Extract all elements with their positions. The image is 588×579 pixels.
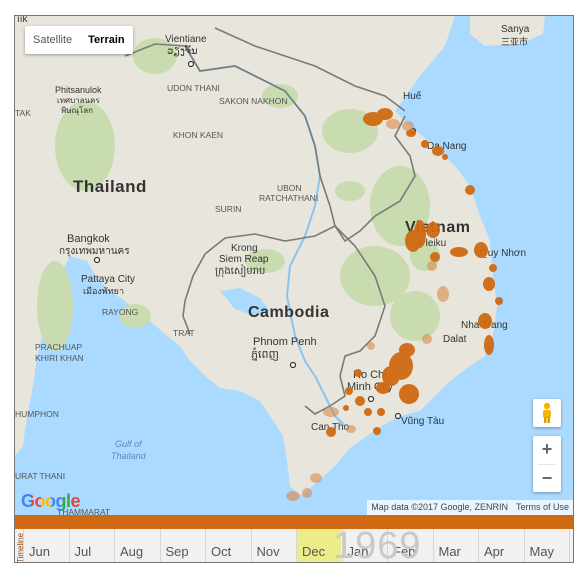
timeline-month-label: Dec [302, 544, 326, 559]
map-canvas[interactable]: ıık Vientiane ວຽງຈັນ UDON THANI SAKON NA… [15, 16, 574, 515]
city-label-sanya: Sanya [501, 24, 530, 35]
timeline-month-oct-4[interactable]: Oct [205, 529, 250, 562]
timeline-month-label: Nov [256, 544, 280, 559]
google-logo[interactable]: Google [21, 491, 81, 512]
region-label-surin: SURIN [215, 204, 241, 214]
zoom-control: + − [533, 436, 561, 492]
city-label-phnom-penh: Phnom Penh [253, 336, 317, 348]
region-label-sakon: SAKON NAKHON [219, 96, 288, 106]
terms-of-use-link[interactable]: Terms of Use [512, 500, 573, 515]
map-type-control: Satellite Terrain [25, 26, 133, 54]
timeline-month-label: Oct [211, 544, 232, 559]
timeline-month-jun-0[interactable]: Jun [23, 529, 68, 562]
city-label-phnom-penh-alt: ភ្នំពេញ [251, 347, 279, 361]
city-label-pattaya: Pattaya City [81, 274, 135, 285]
timeline-month-label: May [529, 544, 555, 559]
city-label-hue: Huế [403, 90, 422, 102]
city-label-bangkok: Bangkok [67, 233, 110, 245]
city-label-pattaya-alt: เมืองพัทยา [83, 286, 124, 296]
zoom-in-button[interactable]: + [533, 436, 561, 464]
timeline-year: 1969 [333, 525, 422, 563]
map-attribution: Map data ©2017 Google, ZENRIN Terms of U… [367, 500, 573, 515]
region-label-chumphon: HUMPHON [15, 409, 59, 419]
city-label-bangkok-alt: กรุงเทพมหานคร [59, 246, 130, 257]
timeline-month-label: Jul [74, 544, 92, 559]
timeline[interactable]: JunJulAugSepOctNovDecJanFebMarAprMayJun … [15, 515, 573, 563]
region-label-udon: UDON THANI [167, 83, 220, 93]
city-label-dalat: Dalat [443, 334, 467, 345]
timeline-month-jun-12[interactable]: Jun [569, 529, 573, 562]
region-label-ratchathani: RATCHATHANI [259, 193, 318, 203]
water-label-gulf-of: Gulf of [115, 439, 143, 449]
timeline-months: JunJulAugSepOctNovDecJanFebMarAprMayJun [15, 529, 573, 562]
city-label-phitsanulok: Phitsanulok [55, 85, 102, 95]
timeline-month-apr-10[interactable]: Apr [478, 529, 523, 562]
top-left-label: ıık [17, 16, 29, 25]
region-label-ubon: UBON [277, 183, 302, 193]
water-label-thailand: Thailand [111, 451, 147, 461]
country-label-cambodia: Cambodia [248, 304, 329, 321]
map-type-terrain-button[interactable]: Terrain [80, 26, 132, 54]
region-label-khiri-khan: KHIRI KHAN [35, 353, 84, 363]
city-label-siem-reap: Siem Reap [219, 254, 269, 265]
timeline-bar[interactable] [15, 515, 573, 529]
timeline-label: Timeline [16, 533, 25, 563]
country-label-thailand: Thailand [73, 177, 147, 196]
region-label-khon: KHON KAEN [173, 130, 223, 140]
timeline-month-label: Jun [29, 544, 50, 559]
city-label-sanya-alt: 三亚市 [501, 36, 528, 47]
city-label-phitsanulok-alt-1: เทศบาลนคร [57, 96, 100, 105]
region-label-trat: TRAT [173, 328, 195, 338]
city-label-siem-reap-alt: ក្រុងសៀមរាប [215, 264, 265, 278]
region-label-surat: URAT THANI [15, 471, 65, 481]
city-label-vientiane-alt: ວຽງຈັນ [167, 45, 198, 57]
region-label-rayong: RAYONG [102, 307, 138, 317]
zoom-out-button[interactable]: − [533, 465, 561, 493]
map-frame: ıık Vientiane ວຽງຈັນ UDON THANI SAKON NA… [14, 15, 574, 563]
timeline-month-mar-9[interactable]: Mar [432, 529, 478, 562]
timeline-month-label: Sep [165, 544, 189, 559]
city-label-vientiane: Vientiane [165, 34, 207, 45]
timeline-month-label: Aug [120, 544, 144, 559]
city-label-phitsanulok-alt-2: พิษณุโลก [61, 105, 93, 115]
city-label-vung-tau: Vũng Tàu [401, 416, 444, 427]
region-label-prachuap: PRACHUAP [35, 342, 83, 352]
city-label-krong: Krong [231, 243, 258, 254]
street-view-pegman[interactable] [533, 399, 561, 427]
map-type-satellite-button[interactable]: Satellite [25, 26, 80, 54]
timeline-month-label: Mar [438, 544, 461, 559]
google-logo-text: Google [21, 491, 81, 511]
timeline-month-jul-1[interactable]: Jul [68, 529, 114, 562]
timeline-month-aug-2[interactable]: Aug [114, 529, 159, 562]
timeline-month-label: Apr [484, 544, 505, 559]
timeline-month-sep-3[interactable]: Sep [159, 529, 205, 562]
timeline-month-may-11[interactable]: May [523, 529, 569, 562]
pegman-icon [543, 402, 551, 423]
region-label-tak: TAK [15, 108, 31, 118]
timeline-month-nov-5[interactable]: Nov [250, 529, 296, 562]
map-data-text[interactable]: Map data ©2017 Google, ZENRIN [367, 500, 512, 515]
